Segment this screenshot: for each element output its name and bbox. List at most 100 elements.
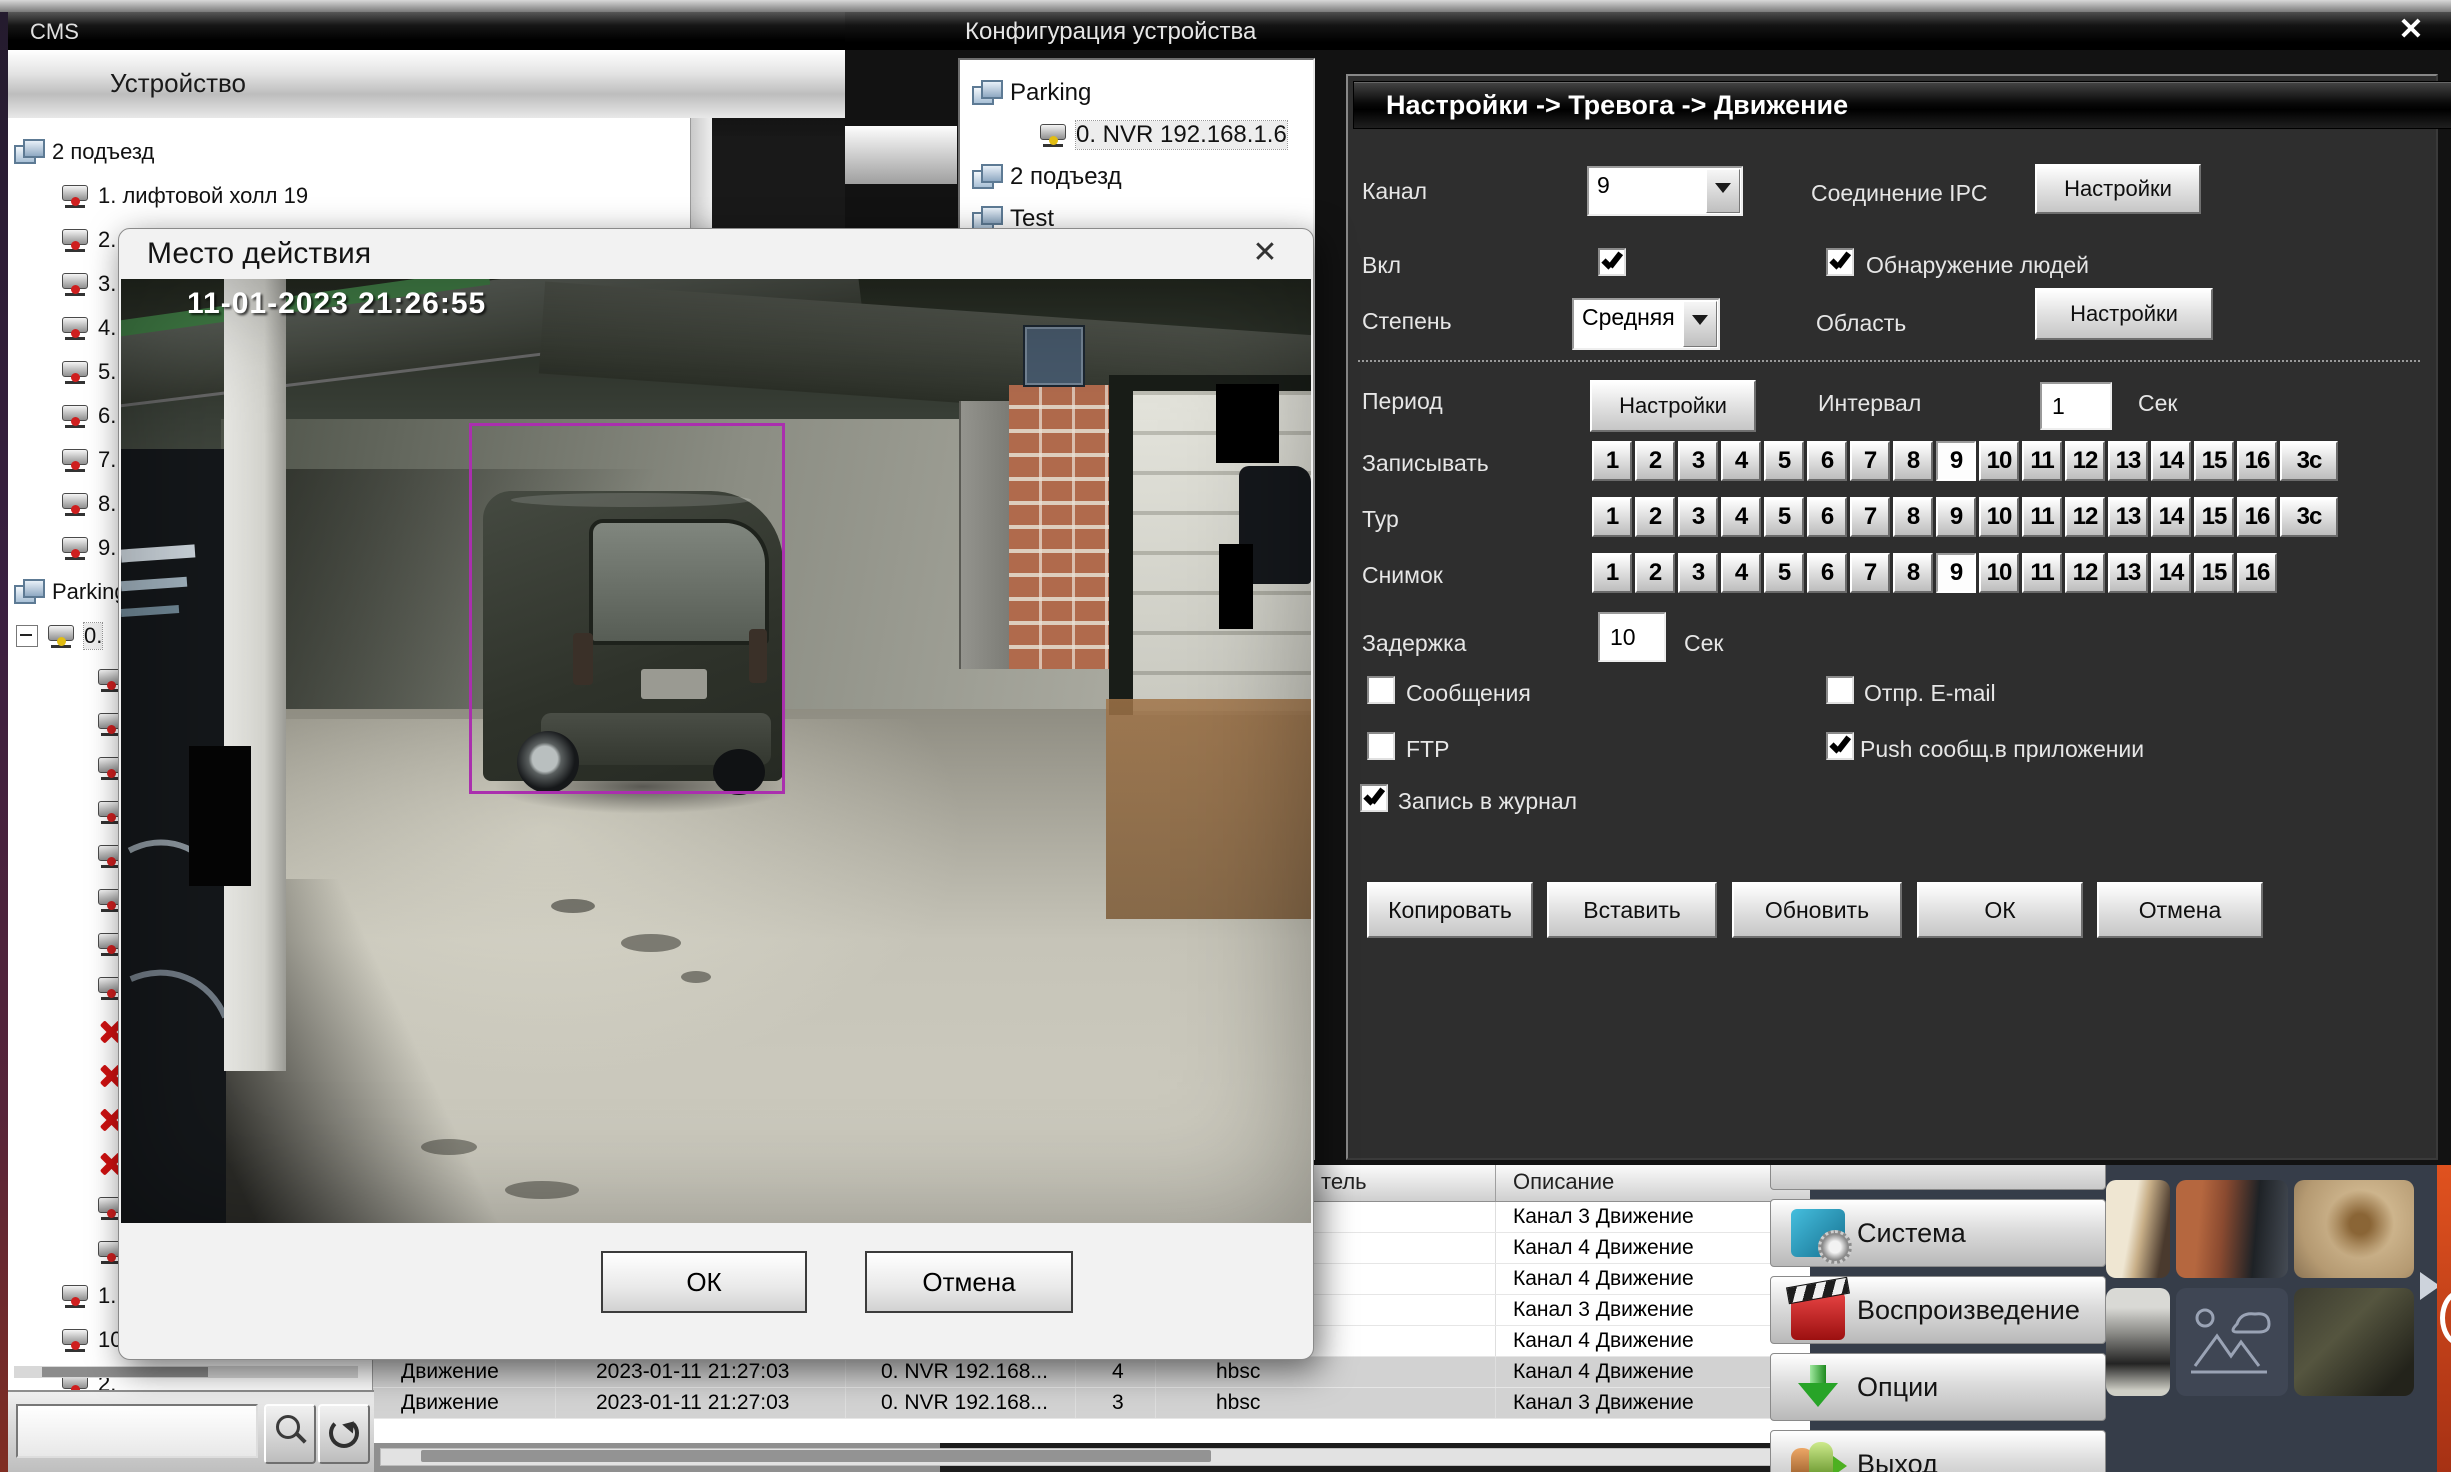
channel-button[interactable]: 2 [1635,441,1675,481]
cms-title-bar[interactable]: CMS [8,12,940,51]
ok-button[interactable]: ОК [1917,882,2083,938]
channel-button[interactable]: 11 [2022,553,2062,593]
refresh-settings-button[interactable]: Обновить [1732,882,1902,938]
preview-tiled-wall[interactable] [2106,1180,2170,1278]
email-checkbox[interactable] [1826,676,1854,704]
table-hscrollbar[interactable] [380,1448,1806,1466]
dialog-ok-button[interactable]: ОК [601,1251,807,1313]
level-select[interactable]: Средняя [1572,298,1720,350]
log-row[interactable]: Движение2023-01-11 21:27:030. NVR 192.16… [373,1357,1811,1388]
channel-button[interactable]: 10 [1979,553,2019,593]
channel-button[interactable]: 13 [2108,497,2148,537]
config-tree-item[interactable]: Parking [960,72,1313,114]
tree-hscrollbar[interactable] [14,1366,358,1378]
config-title-bar[interactable]: Конфигурация устройства ✕ [845,12,2451,50]
tree-item[interactable]: 1. лифтовой холл 19 [8,174,690,218]
ftp-checkbox[interactable] [1367,732,1395,760]
channel-button[interactable]: 4 [1721,553,1761,593]
channel-button[interactable]: 1 [1592,441,1632,481]
channel-button[interactable]: 16 [2237,497,2277,537]
interval-input[interactable] [2040,382,2112,430]
search-button[interactable] [264,1404,316,1464]
message-checkbox[interactable] [1367,676,1395,704]
paste-button[interactable]: Вставить [1547,882,1717,938]
channel-button[interactable]: 9 [1936,441,1976,481]
channel-select[interactable]: 9 [1587,166,1743,216]
human-detect-checkbox[interactable] [1826,248,1854,276]
menu-item-Воспроизведение[interactable]: Воспроизведение [1770,1276,2106,1344]
channel-button[interactable]: 3 [1678,553,1718,593]
table-hscroll-thumb[interactable] [421,1450,1211,1462]
channel-button[interactable]: 15 [2194,553,2234,593]
channel-button[interactable]: 13 [2108,441,2148,481]
channel-button[interactable]: 12 [2065,497,2105,537]
chevron-down-icon[interactable] [1683,301,1717,347]
preview-weapons-table[interactable] [2294,1288,2414,1396]
channel-button[interactable]: 1 [1592,553,1632,593]
channel-button[interactable]: 11 [2022,497,2062,537]
tree-collapse-icon[interactable] [16,625,38,647]
preview-brick-driveway[interactable] [2176,1180,2288,1278]
close-icon[interactable]: ✕ [2389,12,2433,48]
log-column-header[interactable]: Описание [1496,1165,1811,1201]
channel-button[interactable]: 9 [1936,553,1976,593]
config-tree-item[interactable]: 2 подъезд [960,156,1313,198]
channel-button[interactable]: 14 [2151,497,2191,537]
channel-button[interactable]: 3 [1678,497,1718,537]
channel-button[interactable]: 1 [1592,497,1632,537]
close-icon[interactable]: ✕ [1245,235,1285,270]
channel-button[interactable]: 8 [1893,497,1933,537]
channel-button[interactable]: 15 [2194,497,2234,537]
delay-input[interactable] [1598,612,1666,662]
tree-hscroll-thumb[interactable] [42,1367,208,1377]
channel-button[interactable]: 8 [1893,441,1933,481]
chevron-down-icon[interactable] [1706,169,1740,213]
area-settings-button[interactable]: Настройки [2035,288,2213,340]
channel-button[interactable]: 14 [2151,441,2191,481]
channel-button[interactable]: 5 [1764,553,1804,593]
dialog-cancel-button[interactable]: Отмена [865,1251,1073,1313]
channel-button[interactable]: 5 [1764,441,1804,481]
ipc-settings-button[interactable]: Настройки [2035,164,2201,214]
channel-all-button[interactable]: 3с [2280,441,2338,481]
channel-button[interactable]: 7 [1850,497,1890,537]
no-signal-placeholder[interactable] [2176,1288,2288,1396]
channel-button[interactable]: 9 [1936,497,1976,537]
channel-button[interactable]: 3 [1678,441,1718,481]
channel-button[interactable]: 7 [1850,441,1890,481]
log-row[interactable]: Движение2023-01-11 21:27:030. NVR 192.16… [373,1388,1811,1419]
preview-ground[interactable] [2294,1180,2414,1278]
channel-button[interactable]: 12 [2065,441,2105,481]
channel-button[interactable]: 2 [1635,553,1675,593]
refresh-button[interactable] [318,1404,370,1464]
journal-checkbox[interactable] [1360,784,1388,812]
channel-button[interactable]: 2 [1635,497,1675,537]
menu-item-Опции[interactable]: Опции [1770,1353,2106,1421]
channel-button[interactable]: 4 [1721,497,1761,537]
period-settings-button[interactable]: Настройки [1590,380,1756,432]
channel-button[interactable]: 7 [1850,553,1890,593]
channel-button[interactable]: 13 [2108,553,2148,593]
channel-button[interactable]: 11 [2022,441,2062,481]
channel-button[interactable]: 10 [1979,441,2019,481]
channel-button[interactable]: 16 [2237,441,2277,481]
channel-button[interactable]: 16 [2237,553,2277,593]
channel-button[interactable]: 8 [1893,553,1933,593]
channel-button[interactable]: 14 [2151,553,2191,593]
enable-checkbox[interactable] [1598,248,1626,276]
cancel-button[interactable]: Отмена [2097,882,2263,938]
preview-garage-car[interactable] [2106,1288,2170,1396]
channel-all-button[interactable]: 3с [2280,497,2338,537]
channel-button[interactable]: 6 [1807,497,1847,537]
channel-button[interactable]: 5 [1764,497,1804,537]
channel-button[interactable]: 6 [1807,441,1847,481]
copy-button[interactable]: Копировать [1367,882,1533,938]
channel-button[interactable]: 10 [1979,497,2019,537]
search-input[interactable] [16,1404,258,1458]
menu-item-Выход[interactable]: Выход [1770,1430,2106,1472]
tree-item[interactable]: 2 подъезд [8,130,690,174]
channel-button[interactable]: 4 [1721,441,1761,481]
push-checkbox[interactable] [1826,732,1854,760]
channel-button[interactable]: 12 [2065,553,2105,593]
config-tree-item[interactable]: 0. NVR 192.168.1.6 [960,114,1313,156]
